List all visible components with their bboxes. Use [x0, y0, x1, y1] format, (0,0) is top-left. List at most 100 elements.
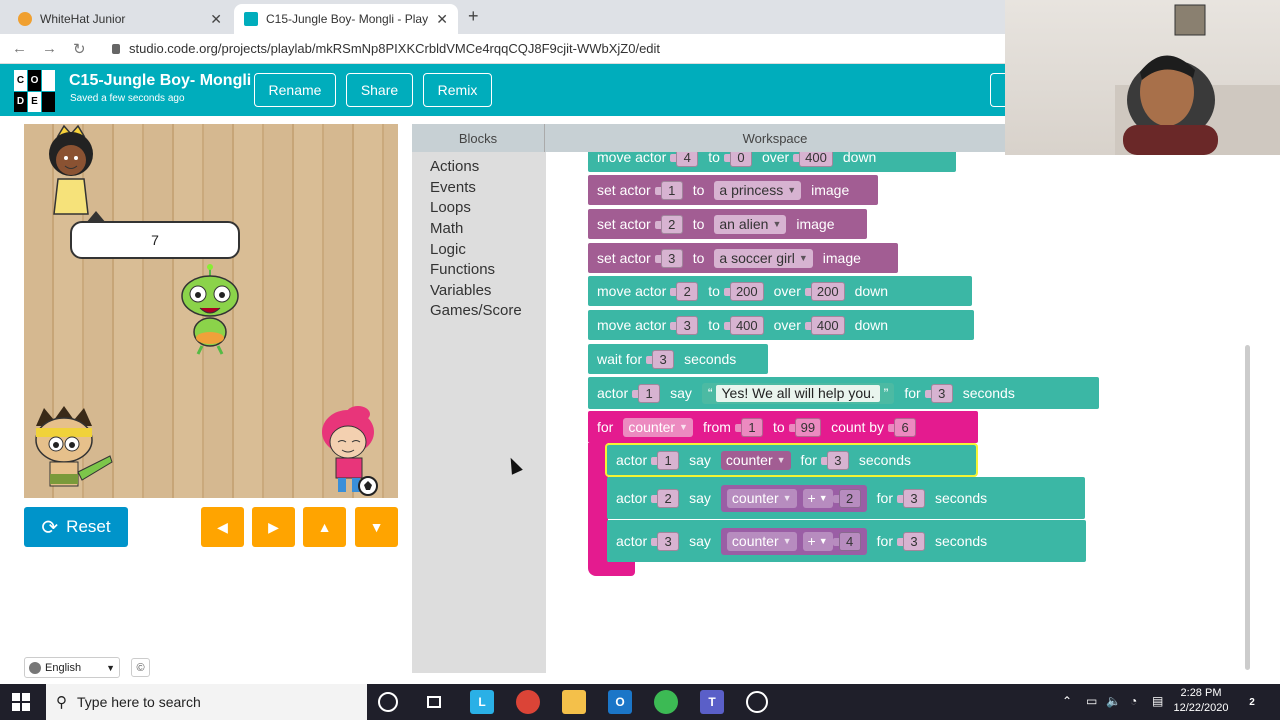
actor-number-input[interactable]: 3 [651, 531, 680, 551]
rename-button[interactable]: Rename [254, 73, 336, 107]
text-value[interactable]: Yes! We all will help you. [716, 384, 880, 402]
close-tab-icon[interactable]: ✕ [210, 11, 222, 28]
url-field[interactable]: studio.code.org/projects/playlab/mkRSmNp… [112, 41, 660, 56]
workspace-scrollbar-thumb[interactable] [1245, 345, 1250, 670]
chrome-profile-icon[interactable] [654, 690, 678, 714]
codeorg-logo[interactable]: C O D E [14, 70, 56, 112]
set-actor-image-block[interactable]: set actor 1 to a princess ▼ image [588, 175, 878, 205]
category-logic[interactable]: Logic [430, 241, 466, 258]
forward-arrow-icon[interactable]: → [42, 40, 57, 57]
math-expression[interactable]: counter ▼ + ▼ 2 [720, 484, 867, 512]
to-input[interactable]: 99 [788, 417, 822, 437]
category-loops[interactable]: Loops [430, 199, 471, 216]
close-tab-icon[interactable]: ✕ [436, 11, 448, 28]
seconds-input[interactable]: 3 [646, 349, 675, 369]
category-actions[interactable]: Actions [430, 158, 479, 175]
variable-dropdown[interactable]: counter ▼ [720, 450, 791, 470]
up-arrow-button[interactable]: ▲ [303, 507, 346, 547]
image-dropdown[interactable]: a soccer girl ▼ [714, 248, 813, 268]
operator-dropdown[interactable]: + ▼ [802, 531, 833, 551]
seconds-input[interactable]: 3 [820, 450, 849, 470]
file-explorer-icon[interactable] [562, 690, 586, 714]
move-actor-block[interactable]: move actor 3 to 400 over 400 down [588, 310, 974, 340]
move-actor-block[interactable]: move actor 4 to 0 over 400 down [588, 152, 956, 172]
category-variables[interactable]: Variables [430, 282, 491, 299]
blockly-workspace[interactable]: move actor 4 to 0 over 400 down set acto… [546, 152, 1255, 673]
set-actor-image-block[interactable]: set actor 2 to an alien ▼ image [588, 209, 867, 239]
category-math[interactable]: Math [430, 220, 463, 237]
actor-number-input[interactable]: 2 [651, 488, 680, 508]
set-actor-image-block[interactable]: set actor 3 to a soccer girl ▼ image [588, 243, 898, 273]
operator-dropdown[interactable]: + ▼ [802, 488, 833, 508]
number-input[interactable]: 4 [832, 531, 861, 551]
actor-number-input[interactable]: 3 [654, 248, 683, 268]
new-tab-button[interactable]: + [468, 6, 479, 27]
copyright-button[interactable]: © [131, 658, 150, 677]
left-arrow-button[interactable]: ◀ [201, 507, 244, 547]
teams-icon[interactable]: T [700, 690, 724, 714]
category-games-score[interactable]: Games/Score [430, 302, 522, 319]
outlook-icon[interactable]: O [608, 690, 632, 714]
actor-number-input[interactable]: 1 [654, 180, 683, 200]
reset-button[interactable]: ⟳ Reset [24, 507, 128, 547]
taskbar-search[interactable]: ⚲ Type here to search [46, 684, 367, 720]
tab-whitehat[interactable]: WhiteHat Junior ✕ [8, 4, 232, 34]
actor-number-input[interactable]: 1 [651, 450, 680, 470]
actor-say-block[interactable]: actor 1 say “ Yes! We all will help you.… [588, 377, 1099, 409]
y-input[interactable]: 400 [804, 315, 845, 335]
step-input[interactable]: 6 [888, 417, 917, 437]
text-input[interactable]: “ Yes! We all will help you. ” [701, 382, 895, 404]
seconds-input[interactable]: 3 [897, 488, 925, 508]
windows-start-icon[interactable] [12, 693, 30, 711]
battery-icon[interactable]: ▭ [1086, 694, 1097, 708]
actor-number-input[interactable]: 4 [670, 152, 699, 167]
actor-number-input[interactable]: 1 [632, 383, 661, 403]
actor-number-input[interactable]: 3 [670, 315, 699, 335]
codeorg-favicon-icon [244, 12, 258, 26]
reload-icon[interactable]: ↻ [73, 40, 86, 58]
seconds-input[interactable]: 3 [924, 383, 953, 403]
wifi-icon[interactable]: ◔ [1130, 694, 1137, 708]
back-arrow-icon[interactable]: ← [12, 40, 27, 57]
from-input[interactable]: 1 [734, 417, 763, 437]
system-clock[interactable]: 2:28 PM 12/22/2020 [1171, 686, 1231, 716]
actor-say-block[interactable]: actor 1 say counter ▼ for 3 seconds [605, 443, 978, 477]
actor-say-block[interactable]: actor 2 say counter ▼ + ▼ 2 for 3 seconds [607, 477, 1085, 519]
actor-number-input[interactable]: 2 [670, 281, 699, 301]
y-input[interactable]: 400 [793, 152, 833, 167]
actor-say-block[interactable]: actor 3 say counter ▼ + ▼ 4 for 3 seconds [607, 520, 1086, 562]
seconds-input[interactable]: 3 [897, 531, 925, 551]
volume-icon[interactable]: 🔈 [1106, 694, 1121, 708]
move-actor-block[interactable]: move actor 2 to 200 over 200 down [588, 276, 972, 306]
app-circle-icon[interactable] [746, 691, 768, 713]
category-functions[interactable]: Functions [430, 261, 495, 278]
chrome-icon[interactable] [516, 690, 540, 714]
math-expression[interactable]: counter ▼ + ▼ 4 [720, 527, 867, 555]
down-arrow-button[interactable]: ▼ [355, 507, 398, 547]
x-input[interactable]: 200 [723, 281, 764, 301]
category-events[interactable]: Events [430, 179, 476, 196]
share-button[interactable]: Share [346, 73, 413, 107]
task-view-icon[interactable] [422, 690, 446, 714]
variable-dropdown[interactable]: counter ▼ [623, 417, 693, 437]
x-input[interactable]: 0 [723, 152, 752, 167]
number-input[interactable]: 2 [832, 488, 861, 508]
language-select[interactable]: English ▼ [24, 657, 120, 678]
playlab-stage[interactable]: 7 [24, 124, 398, 498]
l-app-icon[interactable]: L [470, 690, 494, 714]
image-dropdown[interactable]: a princess ▼ [714, 180, 802, 200]
wait-block[interactable]: wait for 3 seconds [588, 344, 768, 374]
variable-dropdown[interactable]: counter ▼ [726, 488, 797, 508]
variable-dropdown[interactable]: counter ▼ [726, 531, 797, 551]
remix-button[interactable]: Remix [423, 73, 492, 107]
cortana-icon[interactable] [378, 692, 398, 712]
actor-number-input[interactable]: 2 [654, 214, 683, 234]
image-dropdown[interactable]: an alien ▼ [714, 214, 787, 234]
tab-playlab[interactable]: C15-Jungle Boy- Mongli - Play La ✕ [234, 4, 458, 34]
tray-chevron-up-icon[interactable]: ⌃ [1062, 694, 1072, 708]
y-input[interactable]: 200 [804, 281, 845, 301]
x-input[interactable]: 400 [723, 315, 764, 335]
notification-icon[interactable]: 2 [1240, 690, 1264, 714]
right-arrow-button[interactable]: ▶ [252, 507, 295, 547]
network-icon[interactable]: ▤ [1152, 694, 1163, 708]
